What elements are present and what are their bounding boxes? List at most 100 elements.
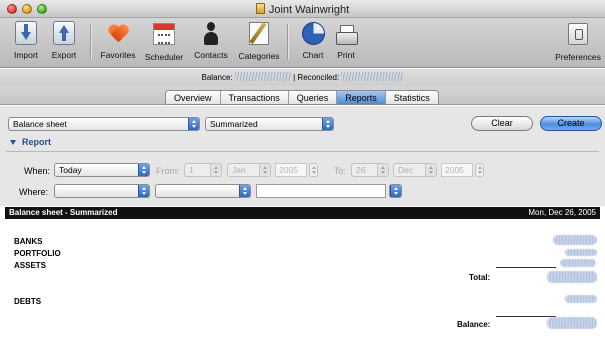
- preferences-button[interactable]: Preferences: [553, 21, 603, 62]
- report-value-redacted: [560, 259, 596, 267]
- to-year-stepper[interactable]: [475, 163, 484, 177]
- report-type-value: Balance sheet: [13, 119, 67, 129]
- tab-transactions[interactable]: Transactions: [220, 91, 289, 104]
- title-bar: Joint Wainwright: [0, 0, 605, 18]
- tab-overview[interactable]: Overview: [166, 91, 221, 104]
- debts-value-redacted: [565, 295, 597, 303]
- categories-pencil-icon: [246, 22, 272, 48]
- contacts-person-icon: [198, 21, 224, 47]
- to-year-field[interactable]: 2005: [441, 163, 473, 177]
- from-month-value: Jan: [232, 165, 246, 175]
- popup-arrows-icon: [425, 164, 436, 176]
- favorites-label: Favorites: [100, 50, 136, 60]
- report-row-assets: ASSETS: [14, 261, 47, 270]
- where-operator-popup[interactable]: [155, 184, 251, 198]
- when-value: Today: [59, 165, 82, 175]
- favorites-heart-icon: [105, 21, 131, 47]
- create-button[interactable]: Create: [540, 116, 602, 131]
- report-section-label[interactable]: Report: [22, 137, 51, 147]
- scheduler-button[interactable]: Scheduler: [142, 21, 186, 62]
- contacts-button[interactable]: Contacts: [189, 21, 233, 60]
- categories-label: Categories: [238, 51, 280, 61]
- scheduler-calendar-icon: [151, 23, 177, 49]
- window-title: Joint Wainwright: [268, 4, 350, 16]
- print-button[interactable]: Print: [324, 21, 368, 60]
- report-mode-value: Summarized: [210, 119, 258, 129]
- to-month-value: Dec: [398, 165, 414, 175]
- report-value-redacted: [565, 249, 597, 256]
- export-label: Export: [51, 50, 77, 60]
- report-value-redacted: [553, 235, 597, 245]
- report-row-banks: BANKS: [14, 237, 43, 246]
- balance-row: Balance: | Reconciled:: [0, 69, 605, 86]
- categories-button[interactable]: Categories: [237, 21, 281, 61]
- where-field-popup[interactable]: [54, 184, 150, 198]
- report-form: Balance sheet Summarized Clear Create Re…: [0, 106, 605, 206]
- balance-label: Balance:: [201, 73, 233, 82]
- total-value-redacted: [547, 271, 597, 283]
- report-row-debts: DEBTS: [14, 297, 42, 306]
- from-day-popup[interactable]: 1: [184, 163, 222, 177]
- tab-queries[interactable]: Queries: [288, 91, 338, 104]
- to-day-popup[interactable]: 26: [351, 163, 389, 177]
- balance-value-redacted: [547, 317, 597, 329]
- view-tabs: Overview Transactions Queries Reports St…: [165, 90, 439, 105]
- popup-arrows-icon: [239, 185, 250, 197]
- report-mode-popup[interactable]: Summarized: [205, 117, 334, 131]
- import-icon: [13, 21, 39, 47]
- favorites-button[interactable]: Favorites: [96, 21, 140, 60]
- from-year-stepper[interactable]: [309, 163, 318, 177]
- from-year-field[interactable]: 2005: [275, 163, 307, 177]
- print-label: Print: [337, 50, 355, 60]
- disclosure-triangle-icon[interactable]: [10, 140, 16, 145]
- preferences-icon: [565, 23, 591, 49]
- where-add-popup[interactable]: [389, 184, 402, 198]
- from-day-value: 1: [189, 165, 194, 175]
- report-body: BANKS PORTFOLIO ASSETS DEBTS Total: Bala…: [5, 219, 600, 341]
- contacts-label: Contacts: [194, 50, 228, 60]
- tab-statistics[interactable]: Statistics: [385, 91, 438, 104]
- balance-rule: [496, 316, 556, 317]
- when-label: When:: [24, 166, 51, 176]
- popup-arrows-icon: [138, 185, 149, 197]
- report-header-date: Mon, Dec 26, 2005: [528, 208, 596, 217]
- to-month-popup[interactable]: Dec: [393, 163, 437, 177]
- tab-strip: Overview Transactions Queries Reports St…: [0, 86, 605, 105]
- toolbar-separator: [287, 24, 288, 60]
- report-type-popup[interactable]: Balance sheet: [8, 117, 200, 131]
- from-month-popup[interactable]: Jan: [227, 163, 271, 177]
- popup-arrows-icon: [322, 118, 333, 130]
- where-text-field[interactable]: [256, 184, 386, 198]
- tab-reports[interactable]: Reports: [337, 91, 386, 104]
- report-row-portfolio: PORTFOLIO: [14, 249, 61, 258]
- balance-value-redacted: [234, 72, 291, 81]
- toolbar: Import Export Favorites Scheduler Contac…: [0, 18, 605, 68]
- toolbar-separator: [90, 24, 91, 60]
- from-label: From:: [156, 166, 180, 176]
- popup-arrows-icon: [210, 164, 221, 176]
- total-rule: [496, 267, 556, 268]
- report-header-bar: Balance sheet - Summarized Mon, Dec 26, …: [5, 207, 600, 219]
- window-title-wrap: Joint Wainwright: [0, 3, 605, 16]
- chart-pie-icon: [300, 21, 326, 47]
- preferences-label: Preferences: [555, 52, 601, 62]
- popup-arrows-icon: [259, 164, 270, 176]
- when-popup[interactable]: Today: [54, 163, 150, 177]
- popup-arrows-icon: [138, 164, 149, 176]
- reconciled-value-redacted: [341, 72, 404, 81]
- to-day-value: 26: [356, 165, 366, 175]
- clear-button[interactable]: Clear: [471, 116, 533, 131]
- section-divider: [6, 151, 599, 152]
- to-label: To:: [334, 166, 347, 176]
- popup-arrows-icon: [377, 164, 388, 176]
- reconciled-label: | Reconciled:: [293, 73, 340, 82]
- where-label: Where:: [19, 187, 49, 197]
- export-button[interactable]: Export: [42, 21, 86, 60]
- popup-arrows-icon: [390, 185, 401, 197]
- export-icon: [51, 21, 77, 47]
- report-header-title: Balance sheet - Summarized: [9, 208, 118, 217]
- balance-total-label: Balance:: [457, 320, 491, 329]
- total-label: Total:: [469, 273, 491, 282]
- printer-icon: [333, 21, 359, 47]
- scheduler-label: Scheduler: [144, 52, 184, 62]
